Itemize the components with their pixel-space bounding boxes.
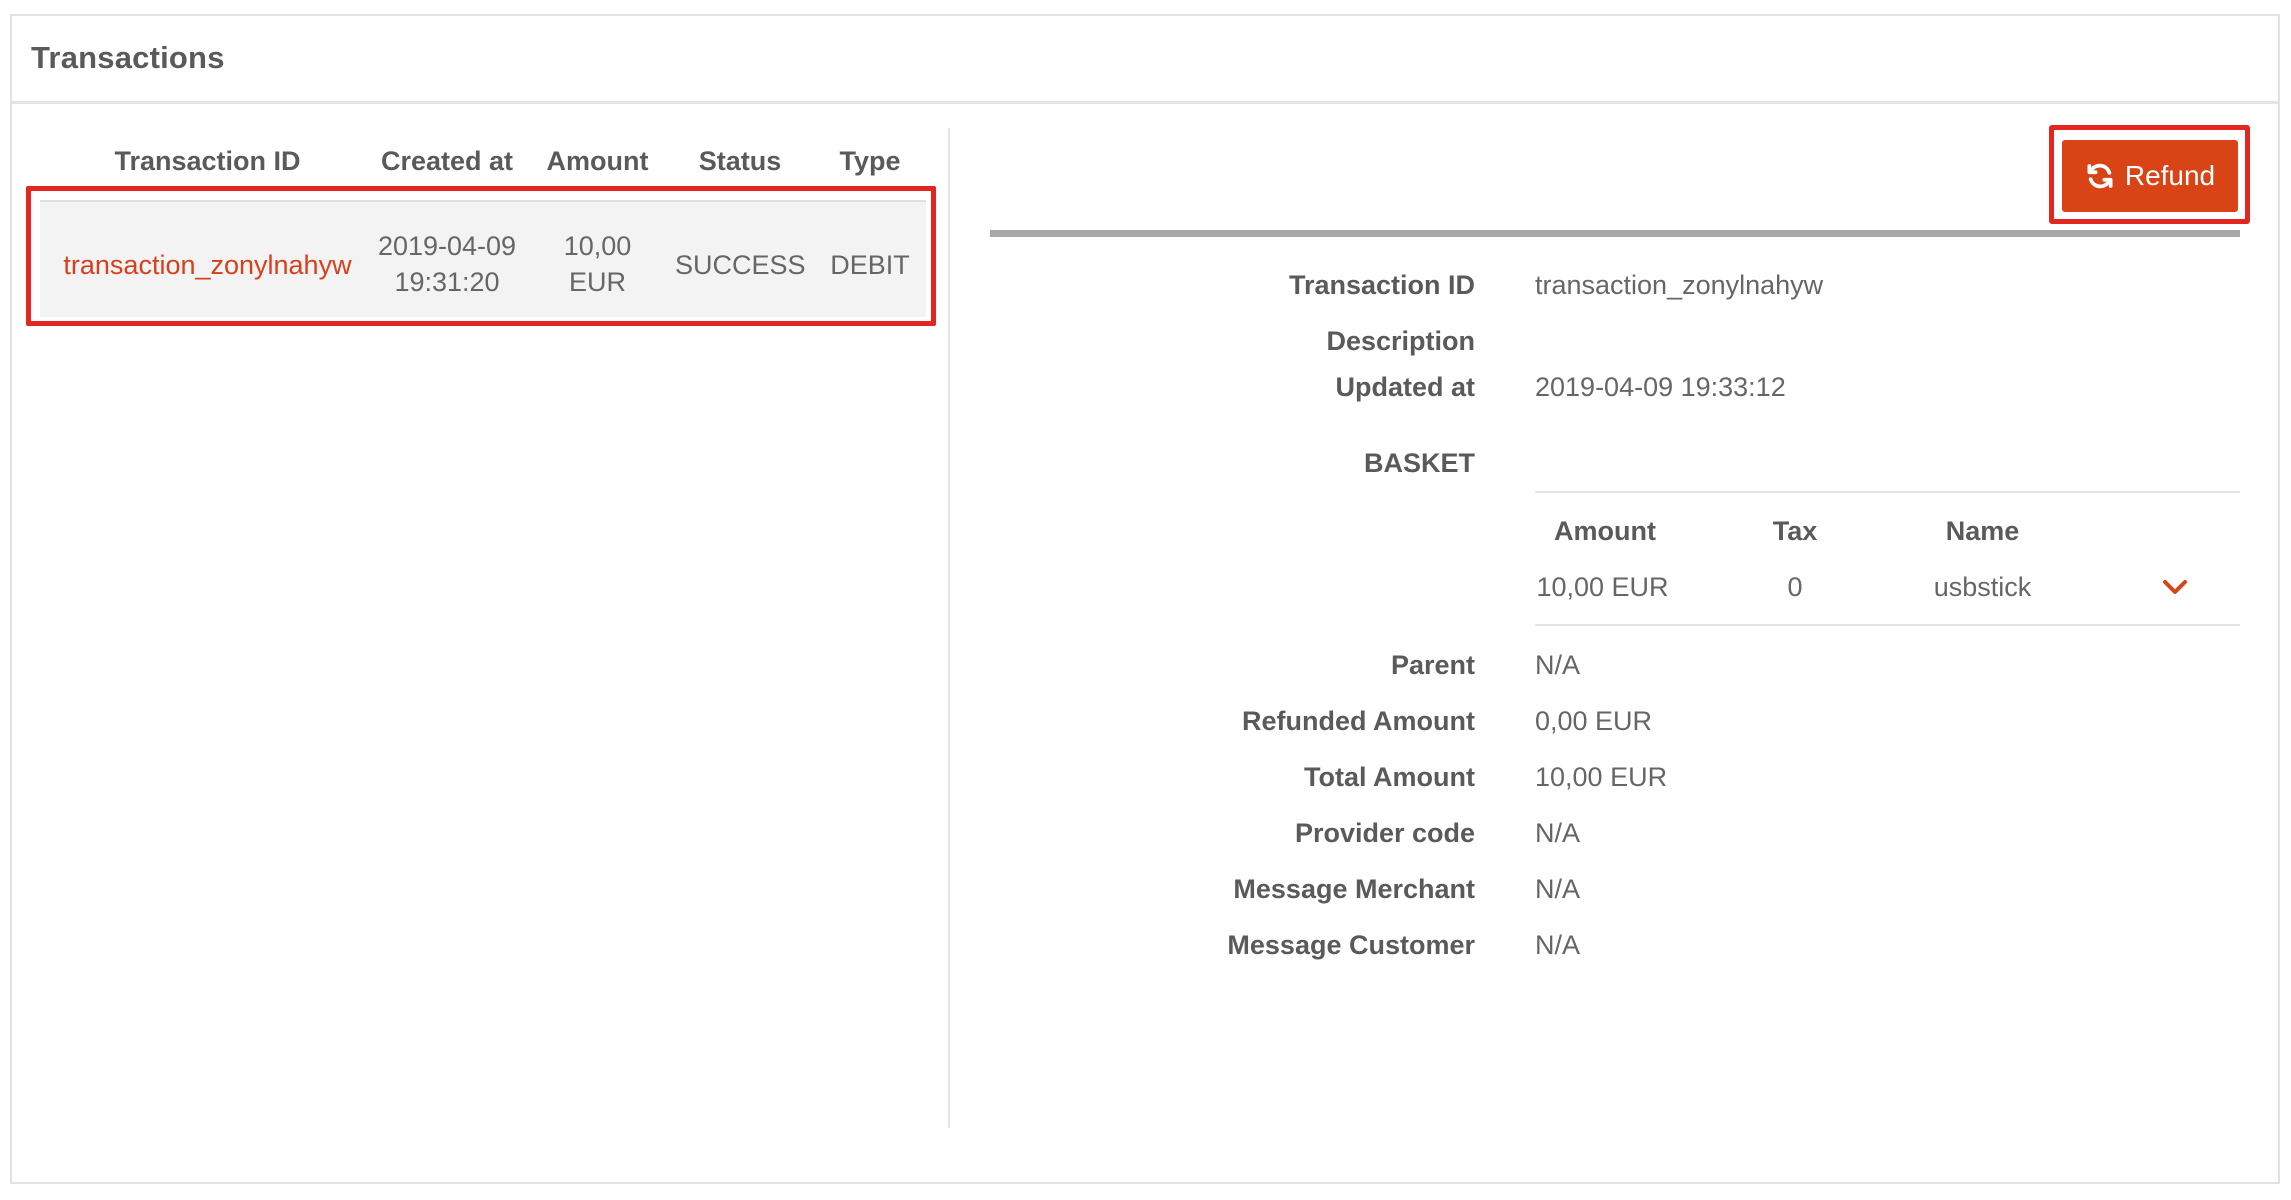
row-highlight-box bbox=[26, 186, 936, 326]
value-total-amount: 10,00 EUR bbox=[1535, 762, 1668, 792]
col-header-status: Status bbox=[698, 146, 782, 176]
col-header-created-at: Created at bbox=[380, 146, 514, 176]
detail-divider bbox=[990, 230, 2240, 237]
value-refunded-amount: 0,00 EUR bbox=[1535, 706, 1653, 736]
label-description: Description bbox=[1326, 326, 1475, 356]
value-updated-at: 2019-04-09 19:33:12 bbox=[1535, 372, 1786, 402]
value-message-merchant: N/A bbox=[1535, 874, 1581, 904]
value-message-customer: N/A bbox=[1535, 930, 1581, 960]
value-transaction-id: transaction_zonylnahyw bbox=[1535, 270, 1824, 300]
label-transaction-id: Transaction ID bbox=[1288, 270, 1475, 300]
basket-col-tax: Tax bbox=[1772, 516, 1818, 546]
chevron-down-icon[interactable] bbox=[2160, 574, 2190, 600]
value-parent: N/A bbox=[1535, 650, 1581, 680]
col-header-type: Type bbox=[839, 146, 901, 176]
basket-col-amount: Amount bbox=[1554, 516, 1656, 546]
label-refunded-amount: Refunded Amount bbox=[1242, 706, 1475, 736]
label-provider-code: Provider code bbox=[1294, 818, 1475, 848]
basket-bottom-rule bbox=[1535, 624, 2240, 626]
basket-item-tax: 0 bbox=[1787, 572, 1803, 602]
col-header-amount: Amount bbox=[546, 146, 649, 176]
basket-item-name: usbstick bbox=[1933, 572, 2032, 602]
basket-col-name: Name bbox=[1945, 516, 2020, 546]
panel-header: Transactions bbox=[12, 16, 2278, 104]
label-parent: Parent bbox=[1390, 650, 1475, 680]
column-divider bbox=[948, 128, 950, 1128]
label-basket: BASKET bbox=[1363, 448, 1475, 478]
label-total-amount: Total Amount bbox=[1304, 762, 1475, 792]
basket-item-amount: 10,00 EUR bbox=[1536, 572, 1669, 602]
label-message-customer: Message Customer bbox=[1227, 930, 1475, 960]
refresh-icon bbox=[2087, 163, 2113, 189]
panel-title: Transactions bbox=[31, 40, 225, 75]
refund-label: Refund bbox=[2124, 160, 2216, 191]
basket-top-rule bbox=[1535, 491, 2240, 493]
label-updated-at: Updated at bbox=[1335, 372, 1475, 402]
value-provider-code: N/A bbox=[1535, 818, 1581, 848]
col-header-transaction-id: Transaction ID bbox=[114, 146, 301, 176]
refund-button[interactable]: Refund bbox=[2062, 140, 2238, 212]
label-message-merchant: Message Merchant bbox=[1233, 874, 1475, 904]
